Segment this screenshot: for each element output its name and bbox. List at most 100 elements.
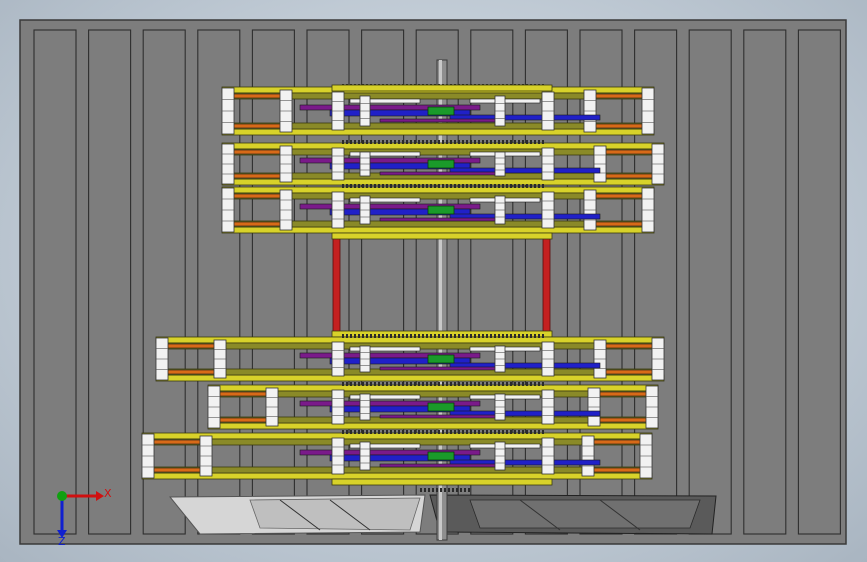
gear-tooth <box>354 334 356 338</box>
gear-tooth <box>374 140 376 144</box>
gear-tooth <box>526 382 528 386</box>
gear-tooth <box>466 382 468 386</box>
gear-tooth <box>422 184 424 188</box>
gear-tooth <box>530 140 532 144</box>
gear-tooth <box>454 430 456 434</box>
gear-tooth <box>430 140 432 144</box>
gear-tooth <box>474 184 476 188</box>
gear-tooth <box>542 140 544 144</box>
gear-tooth <box>446 334 448 338</box>
gear-tooth <box>390 430 392 434</box>
support-rod-right <box>542 237 551 339</box>
gear-tooth <box>522 140 524 144</box>
gear-tooth <box>498 430 500 434</box>
gear-tooth <box>466 430 468 434</box>
gear-tooth <box>362 382 364 386</box>
gear-tooth <box>498 140 500 144</box>
gear-tooth <box>358 430 360 434</box>
gear-tooth <box>486 184 488 188</box>
gear-tooth <box>494 140 496 144</box>
gear-tooth <box>342 334 344 338</box>
gear-tooth <box>490 184 492 188</box>
gear-tooth <box>518 334 520 338</box>
plate <box>231 220 645 228</box>
gear-tooth <box>514 140 516 144</box>
gear-tooth <box>490 430 492 434</box>
gear-tooth <box>514 382 516 386</box>
hub <box>427 354 455 364</box>
gear-tooth <box>394 334 396 338</box>
gear-tooth <box>426 382 428 386</box>
gear-tooth <box>534 184 536 188</box>
cad-viewport[interactable]: X Z <box>0 0 867 562</box>
bar <box>587 93 649 99</box>
gear-tooth <box>458 430 460 434</box>
gear-tooth <box>362 184 364 188</box>
bar <box>379 463 501 468</box>
plate <box>151 466 643 474</box>
gear-tooth <box>490 382 492 386</box>
gear-tooth <box>378 140 380 144</box>
gear-tooth <box>450 140 452 144</box>
hub <box>427 205 455 215</box>
gear-tooth <box>398 382 400 386</box>
gear-tooth <box>382 140 384 144</box>
x-axis-label: X <box>104 487 112 500</box>
gear-tooth <box>452 488 454 492</box>
gear-tooth <box>510 430 512 434</box>
gear-tooth <box>478 334 480 338</box>
gear-tooth <box>526 334 528 338</box>
plate <box>331 232 553 240</box>
gear-tooth <box>526 430 528 434</box>
gear-tooth <box>398 430 400 434</box>
gear-tooth <box>490 334 492 338</box>
gear-tooth <box>386 382 388 386</box>
gear-tooth <box>386 140 388 144</box>
gear-tooth <box>442 382 444 386</box>
gear-tooth <box>374 334 376 338</box>
gear-tooth <box>350 334 352 338</box>
gear-tooth <box>346 334 348 338</box>
gear-tooth <box>362 430 364 434</box>
bar <box>227 221 289 227</box>
gear-tooth <box>514 184 516 188</box>
gear-tooth <box>470 184 472 188</box>
gear-tooth <box>406 334 408 338</box>
gear-tooth <box>374 382 376 386</box>
bar <box>597 343 659 349</box>
gear-tooth <box>438 184 440 188</box>
gear-tooth <box>522 382 524 386</box>
gear-tooth <box>464 488 466 492</box>
gear-tooth <box>434 382 436 386</box>
hub <box>427 159 455 169</box>
gear-tooth <box>410 184 412 188</box>
gear-tooth <box>466 334 468 338</box>
gear-tooth <box>542 430 544 434</box>
gear-tooth <box>390 382 392 386</box>
gear-tooth <box>514 430 516 434</box>
gear-tooth <box>438 430 440 434</box>
gear-tooth <box>442 184 444 188</box>
gear-tooth <box>534 140 536 144</box>
gear-tooth <box>530 184 532 188</box>
gear-tooth <box>466 140 468 144</box>
gear-tooth <box>414 382 416 386</box>
plate <box>155 374 665 382</box>
gear-tooth <box>402 334 404 338</box>
gear-tooth <box>518 140 520 144</box>
bar <box>227 173 289 179</box>
gearbox-model[interactable]: X Z <box>0 0 867 562</box>
gear-tooth <box>526 184 528 188</box>
plate <box>141 432 653 440</box>
gear-tooth <box>506 430 508 434</box>
gear-tooth <box>382 430 384 434</box>
gear-tooth <box>530 382 532 386</box>
gear-tooth <box>406 184 408 188</box>
gear-tooth <box>538 184 540 188</box>
gear-tooth <box>434 430 436 434</box>
plate <box>231 148 655 156</box>
gear-tooth <box>346 140 348 144</box>
gear-tooth <box>432 488 434 492</box>
gear-tooth <box>458 184 460 188</box>
bar <box>161 369 223 375</box>
